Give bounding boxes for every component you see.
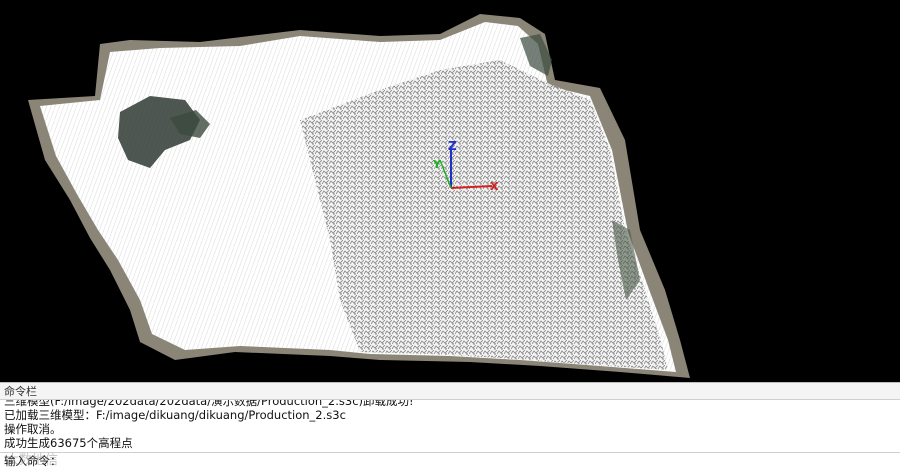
command-log: 三维模型(F:/image/202data/202data/演示数据/Produ… [0,400,900,452]
3d-viewport[interactable]: Z X Y [0,0,900,382]
z-axis-label: Z [448,139,457,153]
log-line-2: 已加载三维模型：F:/image/dikuang/dikuang/Product… [4,408,346,422]
command-input-row: 输入命令： [0,452,900,469]
terrain-scene: Z X Y [28,14,690,378]
command-input[interactable] [63,454,764,468]
watermark: 大数地信 [6,453,59,468]
x-axis-label: X [490,180,499,193]
y-axis-label: Y [432,158,442,171]
command-panel-title: 命令栏 [0,383,900,400]
log-line-3: 操作取消。 [4,422,62,436]
terrain-rough-region [300,60,668,370]
log-line-4: 成功生成63675个高程点 [4,436,133,450]
log-line-1: 三维模型(F:/image/202data/202data/演示数据/Produ… [4,400,414,408]
command-panel: 命令栏 三维模型(F:/image/202data/202data/演示数据/P… [0,382,900,469]
